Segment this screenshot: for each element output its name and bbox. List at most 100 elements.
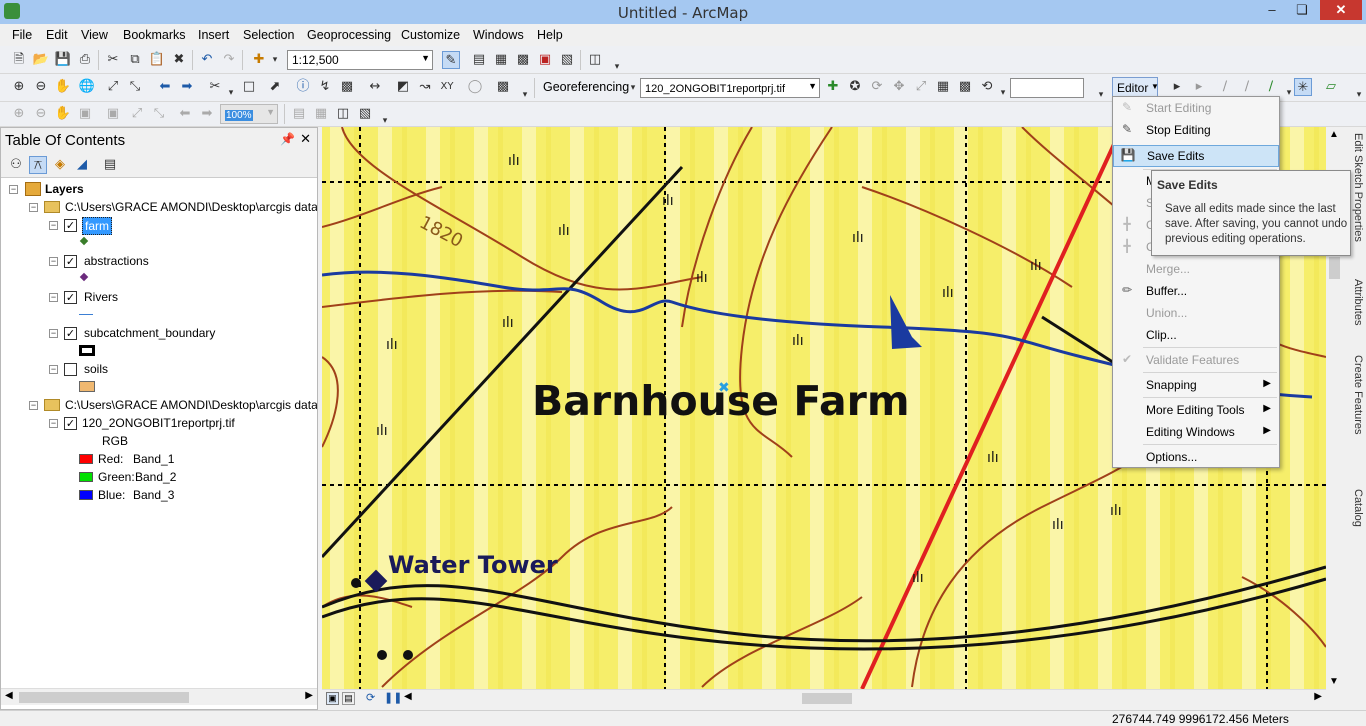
snapping-icon[interactable]: ✳ — [1294, 78, 1312, 96]
scroll-up-icon[interactable]: ▲ — [1329, 129, 1339, 140]
raster-layer-name[interactable]: 120_2ONGOBIT1reportprj.tif — [82, 416, 235, 430]
create-features-tab[interactable]: Create Features — [1346, 355, 1364, 475]
menu-help[interactable]: Help — [537, 28, 563, 42]
rotate-icon[interactable]: ⟳ — [868, 78, 886, 96]
change-layout-icon[interactable]: ◫ — [334, 105, 352, 123]
cut-icon[interactable]: ✂ — [104, 51, 122, 69]
rivers-expander[interactable]: − — [49, 293, 58, 302]
menu-save-edits[interactable]: 💾 Save Edits — [1113, 145, 1279, 167]
measure-icon[interactable]: ↔ — [366, 78, 384, 96]
close-button[interactable]: ✕ — [1320, 0, 1362, 20]
new-document-icon[interactable]: 🗎 — [10, 51, 28, 69]
back-page-icon[interactable]: ⬅ — [176, 105, 194, 123]
catalog-icon[interactable]: ▦ — [492, 51, 510, 69]
fixed-zoom-in-icon[interactable]: ⤢ — [104, 78, 122, 96]
menu-union[interactable]: Union... — [1113, 303, 1279, 325]
menu-validate-features[interactable]: ✔ Validate Features — [1113, 350, 1279, 372]
menu-stop-editing[interactable]: ✎ Stop Editing — [1113, 120, 1279, 142]
data-driven-pages-icon[interactable]: ▧ — [356, 105, 374, 123]
add-control-points-icon[interactable]: ✚ — [824, 78, 842, 96]
map-scroll-thumb[interactable] — [802, 693, 852, 704]
layout-view-icon[interactable]: ▤ — [342, 692, 355, 705]
catalog-tab[interactable]: Catalog — [1346, 489, 1364, 559]
create-viewer-window-icon[interactable]: ▩ — [494, 78, 512, 96]
raster-visibility-checkbox[interactable]: ✓ — [64, 417, 77, 430]
subcatchment-visibility-checkbox[interactable]: ✓ — [64, 327, 77, 340]
toc-options-icon[interactable]: ▤ — [101, 156, 119, 174]
go-to-xy-icon[interactable]: XY — [438, 78, 456, 96]
trace-icon[interactable]: ∕ — [1262, 78, 1280, 96]
pan-icon[interactable]: ✋ — [54, 78, 72, 96]
viewer-icon[interactable]: ▩ — [956, 78, 974, 96]
menu-clip[interactable]: Clip... — [1113, 325, 1279, 347]
group2-path[interactable]: C:\Users\GRACE AMONDI\Desktop\arcgis dat… — [65, 398, 317, 412]
attributes-tab[interactable]: Attributes — [1346, 279, 1364, 349]
find-icon[interactable]: ◩ — [394, 78, 412, 96]
modelbuilder-icon[interactable]: ◫ — [586, 51, 604, 69]
toggle-draft-icon[interactable]: ▤ — [290, 105, 308, 123]
soils-visibility-checkbox[interactable] — [64, 363, 77, 376]
fixed-zoom-in-page-icon[interactable]: ⤢ — [128, 105, 146, 123]
menu-insert[interactable]: Insert — [198, 28, 229, 42]
soils-layer-name[interactable]: soils — [84, 362, 108, 376]
rivers-layer-name[interactable]: Rivers — [84, 290, 118, 304]
delete-icon[interactable]: ✖ — [170, 51, 188, 69]
maximize-button[interactable]: ❏ — [1288, 0, 1316, 20]
pin-icon[interactable]: 📌 — [280, 132, 295, 146]
farm-expander[interactable]: − — [49, 221, 58, 230]
scroll-right-icon[interactable]: ▶ — [305, 690, 313, 701]
table-of-contents-icon[interactable]: ▤ — [470, 51, 488, 69]
scroll-down-icon[interactable]: ▼ — [1329, 676, 1339, 687]
list-by-source-icon[interactable]: ⚻ — [29, 156, 47, 174]
scale-icon[interactable]: ⤢ — [912, 78, 930, 96]
close-icon[interactable]: ✕ — [300, 131, 311, 147]
zoom-in-icon[interactable]: ⊕ — [10, 78, 28, 96]
zoom-percent-combo[interactable]: 100% ▼ — [220, 104, 278, 124]
menu-snapping[interactable]: Snapping ▶ — [1113, 375, 1279, 397]
farm-layer-name[interactable]: farm — [82, 217, 112, 235]
menu-start-editing[interactable]: ✎ Start Editing — [1113, 98, 1279, 120]
menu-edit[interactable]: Edit — [46, 28, 68, 42]
menu-windows[interactable]: Windows — [473, 28, 524, 42]
scroll-thumb[interactable] — [19, 692, 189, 703]
menu-editing-windows[interactable]: Editing Windows ▶ — [1113, 422, 1279, 444]
back-extent-icon[interactable]: ⬅ — [156, 78, 174, 96]
abstractions-layer-name[interactable]: abstractions — [84, 254, 149, 268]
view-link-table-icon[interactable]: ▦ — [934, 78, 952, 96]
georeferencing-layer-combo[interactable]: 120_2ONGOBIT1reportprj.tif ▼ — [640, 78, 820, 98]
layers-expander[interactable]: − — [9, 185, 18, 194]
scroll-left-icon[interactable]: ◀ — [404, 691, 412, 702]
georeferencing-menu[interactable]: Georeferencing — [543, 80, 629, 94]
map-scale-combo[interactable]: 1:12,500 ▼ — [287, 50, 433, 70]
shift-icon[interactable]: ✥ — [890, 78, 908, 96]
list-by-visibility-icon[interactable]: ◈ — [51, 156, 69, 174]
editor-menu-button[interactable]: Editor ▼ — [1112, 77, 1159, 98]
georef-input-field[interactable] — [1010, 78, 1084, 98]
select-dropdown-icon[interactable]: ▾ — [222, 84, 240, 102]
scroll-right-icon[interactable]: ▶ — [1314, 691, 1322, 702]
edit-vertices-icon[interactable]: ▱ — [1322, 78, 1340, 96]
data-view-icon[interactable]: ▣ — [326, 692, 339, 705]
straight-segment-icon[interactable]: ∕ — [1216, 78, 1234, 96]
fixed-zoom-out-page-icon[interactable]: ⤡ — [150, 105, 168, 123]
menu-view[interactable]: View — [81, 28, 108, 42]
zoom-out-icon[interactable]: ⊖ — [32, 78, 50, 96]
copy-icon[interactable]: ⧉ — [126, 51, 144, 69]
focus-data-frame-icon[interactable]: ▦ — [312, 105, 330, 123]
identify-icon[interactable]: ⓘ — [294, 78, 312, 96]
redo-icon[interactable]: ↷ — [220, 51, 238, 69]
list-by-drawing-order-icon[interactable]: ⚇ — [7, 156, 25, 174]
group2-expander[interactable]: − — [29, 401, 38, 410]
arctoolbox-icon[interactable]: ▣ — [536, 51, 554, 69]
raster-expander[interactable]: − — [49, 419, 58, 428]
find-route-icon[interactable]: ↝ — [416, 78, 434, 96]
zoom-in-page-icon[interactable]: ⊕ — [10, 105, 28, 123]
menu-bookmarks[interactable]: Bookmarks — [123, 28, 186, 42]
save-icon[interactable]: 💾 — [54, 51, 72, 69]
toc-horizontal-scrollbar[interactable]: ◀ ▶ — [1, 688, 317, 705]
menu-merge[interactable]: Merge... — [1113, 259, 1279, 281]
time-slider-icon[interactable]: ◯ — [466, 78, 484, 96]
menu-buffer[interactable]: ✏ Buffer... — [1113, 281, 1279, 303]
menu-geoprocessing[interactable]: Geoprocessing — [307, 28, 391, 42]
add-data-dropdown-icon[interactable]: ▾ — [266, 51, 284, 69]
